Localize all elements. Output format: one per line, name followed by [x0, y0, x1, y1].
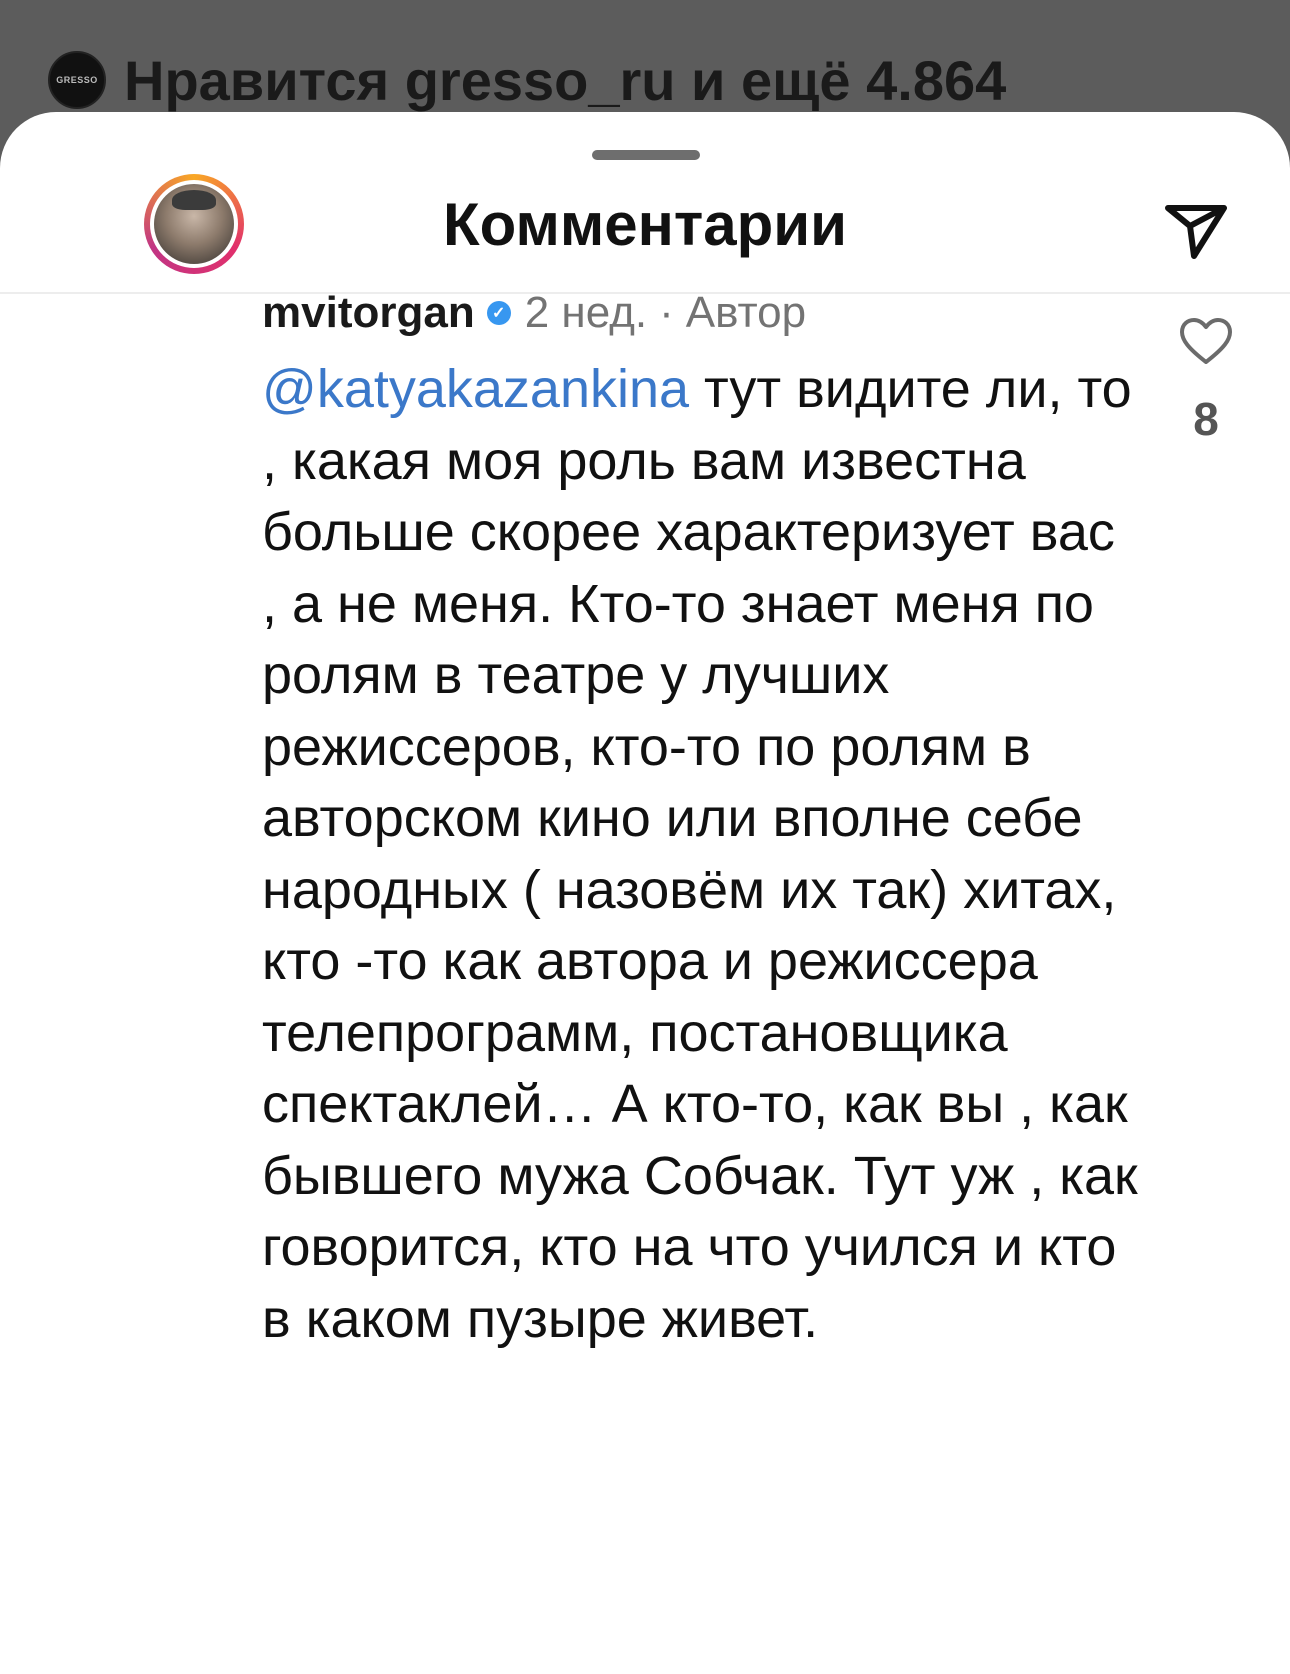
liker-avatar: GRESSO: [48, 51, 106, 109]
commenter-avatar[interactable]: [144, 174, 244, 274]
heart-icon[interactable]: [1178, 314, 1234, 370]
author-badge: Автор: [685, 288, 807, 337]
paper-plane-icon[interactable]: [1160, 194, 1232, 266]
comment-mention[interactable]: @katyakazankina: [262, 359, 689, 419]
comment-body: @katyakazankina тут видите ли, то , кака…: [262, 354, 1142, 1355]
likes-summary[interactable]: GRESSO Нравится gresso_ru и ещё 4.864: [48, 40, 1006, 120]
comment-like-count: 8: [1193, 393, 1219, 445]
comment-meta: mvitorgan ✓ 2 нед. · Автор: [262, 278, 806, 348]
sheet-grabber[interactable]: [592, 150, 700, 160]
likes-text: Нравится gresso_ru и ещё 4.864: [124, 48, 1007, 112]
avatar-photo: [154, 184, 234, 264]
comment-username[interactable]: mvitorgan: [262, 288, 475, 338]
comment-text: тут видите ли, то , какая моя роль вам и…: [262, 359, 1153, 1349]
comment-time: 2 нед.: [524, 288, 648, 337]
meta-separator: ·: [659, 288, 674, 337]
verified-badge-icon: ✓: [486, 301, 511, 325]
avatar-inner: [150, 180, 238, 268]
